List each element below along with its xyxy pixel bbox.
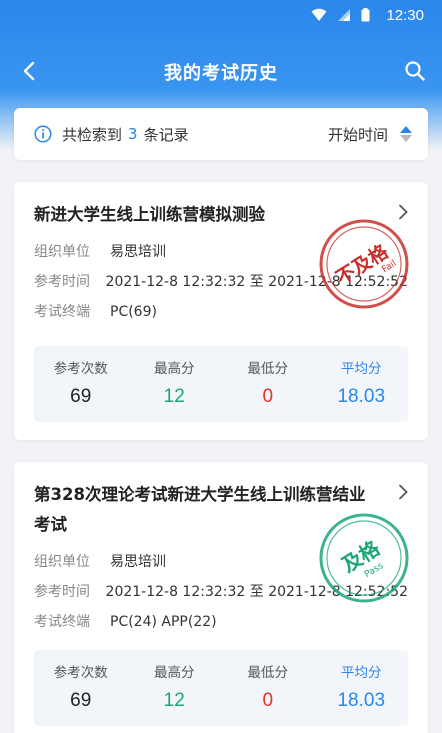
org-label: 组织单位 (34, 554, 90, 570)
time-label: 参考时间 (34, 584, 90, 600)
terminal-label: 考试终端 (34, 304, 90, 320)
record-count: 3 (128, 125, 138, 143)
chevron-left-icon (23, 61, 35, 81)
time-label: 参考时间 (34, 274, 90, 290)
stat-min-value: 0 (262, 386, 274, 407)
org-value: 易思培训 (110, 554, 166, 570)
page-title: 我的考试历史 (164, 63, 278, 84)
stat-attempts-label: 参考次数 (53, 665, 108, 681)
pass-stamp-icon: 及格 Pass (319, 513, 409, 603)
stat-min-value: 0 (262, 690, 274, 711)
terminal-label: 考试终端 (34, 614, 90, 630)
stat-avg-value: 18.03 (337, 386, 386, 407)
org-label: 组织单位 (34, 244, 90, 260)
sort-arrows-icon (400, 126, 412, 142)
status-time: 12:30 (386, 6, 424, 24)
summary-prefix: 共检索到 (62, 125, 123, 144)
stat-max-label: 最高分 (154, 665, 195, 681)
stat-attempts-value: 69 (70, 386, 92, 407)
stat-max-value: 12 (163, 386, 185, 407)
exam-record-card[interactable]: 第328次理论考试新进大学生线上训练营结业 考试 组织单位 易思培训 参考时间 … (14, 462, 428, 733)
stat-attempts-value: 69 (70, 690, 92, 711)
summary-bar: 共检索到 3 条记录 开始时间 (14, 108, 428, 160)
search-button[interactable] (400, 56, 430, 86)
stat-max-value: 12 (163, 690, 185, 711)
stat-min-label: 最低分 (247, 361, 289, 377)
stat-max-label: 最高分 (154, 361, 195, 377)
exam-title-line: 第328次理论考试新进大学生线上训练营结业 (34, 485, 366, 504)
summary-suffix: 条记录 (143, 125, 189, 144)
stat-attempts-label: 参考次数 (53, 361, 108, 377)
info-icon (34, 125, 52, 143)
status-bar: 12:30 (0, 0, 442, 30)
terminal-value: PC(69) (110, 304, 157, 320)
wifi-icon (311, 8, 327, 22)
stats-panel: 参考次数 69 最高分 12 最低分 0 平均分 18.03 (34, 346, 408, 422)
stat-avg-label: 平均分 (341, 665, 382, 681)
nav-bar: 我的考试历史 (0, 48, 442, 96)
sort-button[interactable]: 开始时间 (328, 124, 412, 145)
battery-icon (361, 8, 370, 22)
terminal-value: PC(24) APP(22) (110, 614, 217, 630)
stat-avg-value: 18.03 (337, 690, 386, 711)
stats-panel: 参考次数 69 最高分 12 最低分 0 平均分 18.03 (34, 650, 408, 726)
stat-min-label: 最低分 (247, 665, 289, 681)
sort-label: 开始时间 (327, 125, 388, 144)
exam-record-card[interactable]: 新进大学生线上训练营模拟测验 组织单位 易思培训 参考时间 2021-12-8 … (14, 182, 428, 440)
fail-stamp-icon: 不及格 Fail (319, 219, 409, 309)
signal-icon (337, 8, 351, 22)
back-button[interactable] (14, 56, 44, 86)
search-icon (405, 61, 425, 81)
chevron-right-icon[interactable] (398, 484, 408, 504)
org-value: 易思培训 (110, 244, 166, 260)
stat-avg-label: 平均分 (341, 361, 382, 377)
